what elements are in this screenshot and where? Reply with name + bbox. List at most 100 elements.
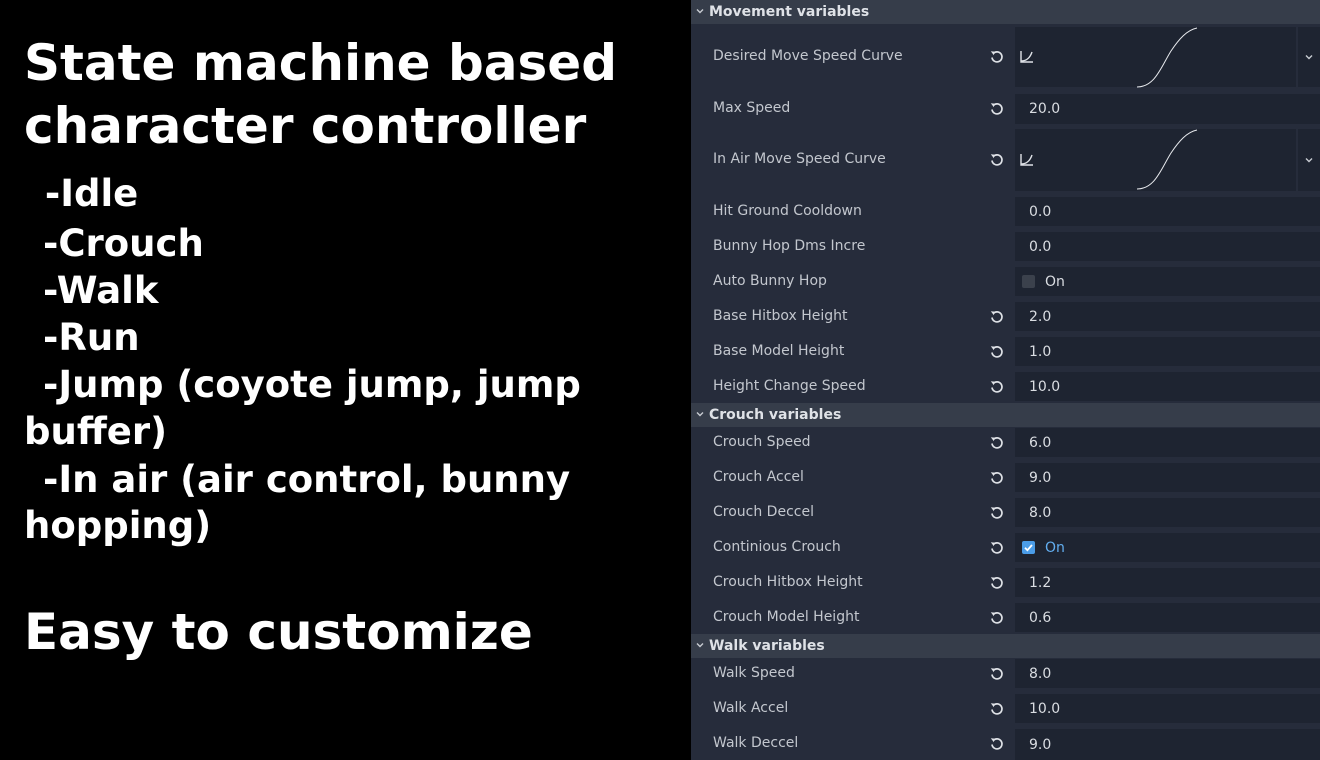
bunny-hop-dms-incre-input[interactable]: 0.0 [1015,232,1320,261]
property-crouch-deccel: Crouch Deccel 8.0 [691,495,1320,530]
property-label: Crouch Hitbox Height [713,574,863,590]
curve-icon [1019,49,1035,69]
revert-icon[interactable] [987,734,1007,754]
property-base-hitbox-height: Base Hitbox Height 2.0 [691,299,1320,334]
feature-jump-cont: buffer) [24,410,168,453]
collapse-chevron-down-icon[interactable] [691,640,709,653]
property-label: Crouch Speed [713,434,811,450]
section-title: Movement variables [709,4,870,20]
property-desired-move-speed-curve: Desired Move Speed Curve [691,26,1320,88]
revert-icon[interactable] [987,503,1007,523]
auto-bunny-hop-checkbox[interactable]: On [1015,267,1320,296]
revert-icon[interactable] [987,342,1007,362]
walk-speed-input[interactable]: 8.0 [1015,659,1320,688]
property-label: Base Model Height [713,343,845,359]
base-model-height-input[interactable]: 1.0 [1015,337,1320,366]
promo-title-line-1: State machine based [24,34,617,92]
curve-editor[interactable] [1015,27,1296,88]
revert-icon[interactable] [987,699,1007,719]
curve-preview [1136,129,1198,190]
crouch-model-height-input[interactable]: 0.6 [1015,603,1320,632]
property-label: Hit Ground Cooldown [713,203,862,219]
property-crouch-hitbox-height: Crouch Hitbox Height 1.2 [691,565,1320,600]
revert-icon[interactable] [987,307,1007,327]
property-label: Crouch Model Height [713,609,860,625]
property-label: Crouch Accel [713,469,804,485]
promo-tagline: Easy to customize [24,603,533,661]
section-title: Crouch variables [709,407,842,423]
checkbox-unchecked[interactable] [1022,275,1035,288]
property-label: Crouch Deccel [713,504,814,520]
property-walk-accel: Walk Accel 10.0 [691,691,1320,726]
crouch-accel-input[interactable]: 9.0 [1015,463,1320,492]
property-label: Walk Speed [713,665,795,681]
feature-in-air: -In air (air control, bunny [43,458,571,501]
curve-editor[interactable] [1015,129,1296,191]
hit-ground-cooldown-input[interactable]: 0.0 [1015,197,1320,226]
feature-idle: -Idle [32,172,139,215]
property-base-model-height: Base Model Height 1.0 [691,334,1320,369]
property-label: In Air Move Speed Curve [713,151,886,167]
revert-icon[interactable] [987,150,1007,170]
feature-run: -Run [43,316,140,359]
property-label: Desired Move Speed Curve [713,48,903,64]
section-walk-variables[interactable]: Walk variables [691,634,1320,658]
property-crouch-accel: Crouch Accel 9.0 [691,460,1320,495]
curve-icon [1019,152,1035,172]
checkbox-label: On [1045,539,1065,556]
curve-dropdown-button[interactable] [1298,129,1320,191]
revert-icon[interactable] [987,608,1007,628]
promo-title-line-2: character controller [24,97,587,155]
property-walk-speed: Walk Speed 8.0 [691,656,1320,691]
checkbox-label: On [1045,273,1065,290]
property-label: Height Change Speed [713,378,866,394]
section-crouch-variables[interactable]: Crouch variables [691,403,1320,427]
max-speed-input[interactable]: 20.0 [1015,94,1320,124]
section-movement-variables[interactable]: Movement variables [691,0,1320,24]
curve-preview [1136,27,1198,88]
walk-accel-input[interactable]: 10.0 [1015,694,1320,723]
base-hitbox-height-input[interactable]: 2.0 [1015,302,1320,331]
continious-crouch-checkbox[interactable]: On [1015,533,1320,562]
revert-icon[interactable] [987,538,1007,558]
promo-panel: State machine based character controller… [0,0,691,760]
property-label: Auto Bunny Hop [713,273,827,289]
section-title: Walk variables [709,638,825,654]
crouch-speed-input[interactable]: 6.0 [1015,428,1320,457]
checkbox-checked[interactable] [1022,541,1035,554]
feature-crouch: -Crouch [43,222,204,265]
property-walk-deccel: Walk Deccel 9.0 [691,726,1320,760]
property-crouch-speed: Crouch Speed 6.0 [691,425,1320,460]
property-height-change-speed: Height Change Speed 10.0 [691,369,1320,404]
property-bunny-hop-dms-incre: Bunny Hop Dms Incre 0.0 [691,229,1320,264]
curve-dropdown-button[interactable] [1298,27,1320,87]
revert-icon[interactable] [987,664,1007,684]
property-label: Max Speed [713,100,791,116]
property-label: Walk Deccel [713,735,799,751]
property-label: Base Hitbox Height [713,308,848,324]
crouch-deccel-input[interactable]: 8.0 [1015,498,1320,527]
feature-in-air-cont: hopping) [24,504,212,547]
walk-deccel-input[interactable]: 9.0 [1015,729,1320,760]
property-label: Continious Crouch [713,539,841,555]
property-max-speed: Max Speed 20.0 [691,91,1320,127]
revert-icon[interactable] [987,377,1007,397]
collapse-chevron-down-icon[interactable] [691,409,709,422]
feature-jump: -Jump (coyote jump, jump [43,363,581,406]
inspector-panel: Movement variables Desired Move Speed Cu… [691,0,1320,760]
property-label: Bunny Hop Dms Incre [713,238,866,254]
property-in-air-move-speed-curve: In Air Move Speed Curve [691,128,1320,192]
revert-icon[interactable] [987,573,1007,593]
revert-icon[interactable] [987,99,1007,119]
property-label: Walk Accel [713,700,789,716]
revert-icon[interactable] [987,468,1007,488]
feature-walk: -Walk [43,269,159,312]
property-auto-bunny-hop: Auto Bunny Hop On [691,264,1320,299]
height-change-speed-input[interactable]: 10.0 [1015,372,1320,401]
check-icon [1024,544,1033,552]
revert-icon[interactable] [987,433,1007,453]
property-continious-crouch: Continious Crouch On [691,530,1320,565]
revert-icon[interactable] [987,47,1007,67]
collapse-chevron-down-icon[interactable] [691,6,709,19]
crouch-hitbox-height-input[interactable]: 1.2 [1015,568,1320,597]
